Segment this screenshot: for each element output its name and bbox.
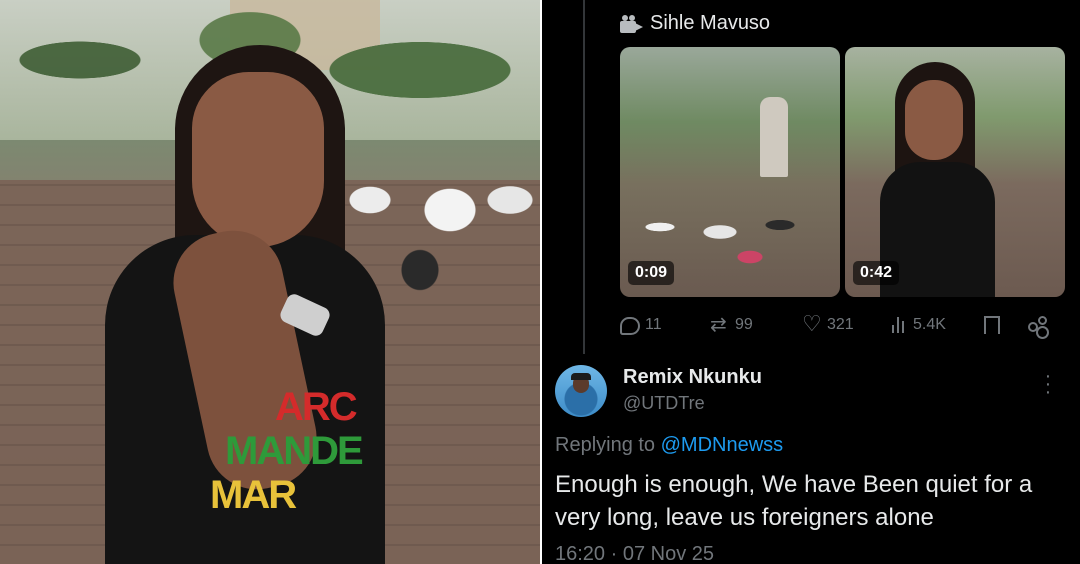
protest-photo: ARC MANDE MAR xyxy=(0,0,540,564)
bookmark-button[interactable] xyxy=(984,316,1026,339)
reply-icon xyxy=(620,316,640,335)
avatar-cap xyxy=(571,373,591,380)
tweet-timestamp[interactable]: 16:20 · 07 Nov 25 xyxy=(555,543,714,564)
more-options-icon[interactable]: · · · xyxy=(1042,366,1054,402)
reply-button[interactable]: 11 xyxy=(620,316,710,335)
views-icon-bar-3 xyxy=(902,321,904,333)
view-count: 5.4K xyxy=(913,316,946,333)
video-attribution-name: Sihle Mavuso xyxy=(650,12,771,34)
author-name[interactable]: Remix Nkunku xyxy=(623,366,762,389)
like-count: 321 xyxy=(827,316,854,333)
tweet-text: Enough is enough, We have Been quiet for… xyxy=(555,471,1033,531)
tweet-screenshot: Sihle Mavuso 0:09 0:42 11 99 321 xyxy=(542,0,1080,564)
woman-figure-face xyxy=(905,80,963,160)
video-thumbnail-2[interactable]: 0:42 xyxy=(845,47,1065,297)
woman-face xyxy=(192,72,324,247)
repost-count: 99 xyxy=(735,316,753,333)
replying-to-label: Replying to xyxy=(555,434,656,456)
shirt-print-line-1: ARC xyxy=(275,385,358,429)
views-icon-bar-1 xyxy=(892,325,894,333)
like-button[interactable]: 321 xyxy=(802,311,892,337)
heart-icon xyxy=(802,311,822,337)
video-duration-2: 0:42 xyxy=(853,261,900,285)
reply-count: 11 xyxy=(645,316,662,333)
repost-button[interactable]: 99 xyxy=(710,312,802,337)
shirt-print-line-2: MANDE xyxy=(225,429,364,473)
avatar[interactable] xyxy=(555,365,607,417)
repost-icon xyxy=(710,312,730,337)
share-button[interactable] xyxy=(1026,315,1047,335)
views-icon-bar-2 xyxy=(897,317,899,333)
video-duration-1: 0:09 xyxy=(628,261,675,285)
thread-line xyxy=(583,0,585,354)
views-chart-icon xyxy=(892,315,908,335)
views-button[interactable]: 5.4K xyxy=(892,315,984,335)
video-thumbnail-1[interactable]: 0:09 xyxy=(620,47,840,297)
bookmark-icon xyxy=(984,316,1000,339)
statue xyxy=(760,97,788,177)
video-attribution[interactable]: Sihle Mavuso xyxy=(620,12,770,35)
share-icon xyxy=(1026,315,1047,335)
shirt-print-line-3: MAR xyxy=(210,473,297,517)
author-handle[interactable]: @UTDTre xyxy=(623,393,705,414)
replying-to: Replying to @MDNnewss xyxy=(555,434,783,457)
replying-to-mention[interactable]: @MDNnewss xyxy=(661,434,784,456)
shirt-print: ARC MANDE MAR xyxy=(210,385,365,535)
tweet-actions: 11 99 321 5.4K xyxy=(620,311,1068,339)
video-camera-icon xyxy=(620,14,644,33)
